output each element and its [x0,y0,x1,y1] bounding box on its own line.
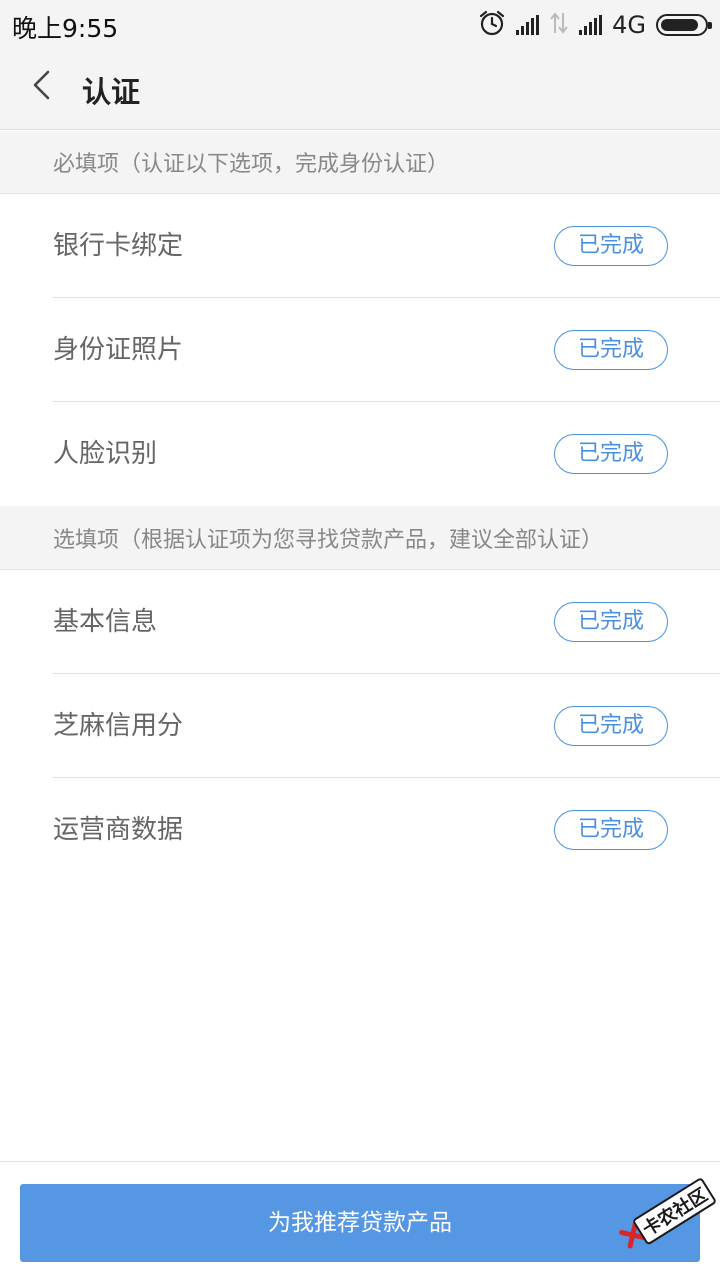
recommend-loan-button[interactable]: 为我推荐贷款产品 [20,1184,700,1262]
status-bar: 晚上9:55 4G [0,0,720,50]
item-label: 芝麻信用分 [53,711,184,741]
list-item-id-photo[interactable]: 身份证照片 已完成 [0,298,720,402]
status-icons: 4G [478,8,712,42]
item-label: 身份证照片 [53,335,184,365]
back-button[interactable] [22,64,66,108]
signal-icon [579,15,603,35]
list-item-carrier-data[interactable]: 运营商数据 已完成 [0,778,720,882]
signal-icon [516,15,540,35]
required-section-header: 必填项（认证以下选项，完成身份认证） [0,131,720,194]
status-badge: 已完成 [554,226,668,266]
nav-bar: 认证 [0,50,720,130]
chevron-left-icon [33,70,50,100]
item-label: 人脸识别 [53,439,158,469]
list-item-sesame-credit[interactable]: 芝麻信用分 已完成 [0,674,720,778]
status-badge: 已完成 [554,330,668,370]
alarm-icon [478,9,506,41]
list-item-bank-card[interactable]: 银行卡绑定 已完成 [0,194,720,298]
status-badge: 已完成 [554,706,668,746]
list-item-face-recognition[interactable]: 人脸识别 已完成 [0,402,720,506]
status-badge: 已完成 [554,810,668,850]
status-badge: 已完成 [554,434,668,474]
data-arrows-icon [549,11,569,39]
item-label: 运营商数据 [53,815,184,845]
status-badge: 已完成 [554,602,668,642]
battery-icon [656,14,712,36]
page-title: 认证 [82,75,141,109]
optional-section-header: 选填项（根据认证项为您寻找贷款产品，建议全部认证） [0,506,720,570]
network-type: 4G [612,11,646,39]
list-item-basic-info[interactable]: 基本信息 已完成 [0,570,720,674]
item-label: 基本信息 [53,607,158,637]
item-label: 银行卡绑定 [53,231,184,261]
status-time: 晚上9:55 [12,14,119,43]
